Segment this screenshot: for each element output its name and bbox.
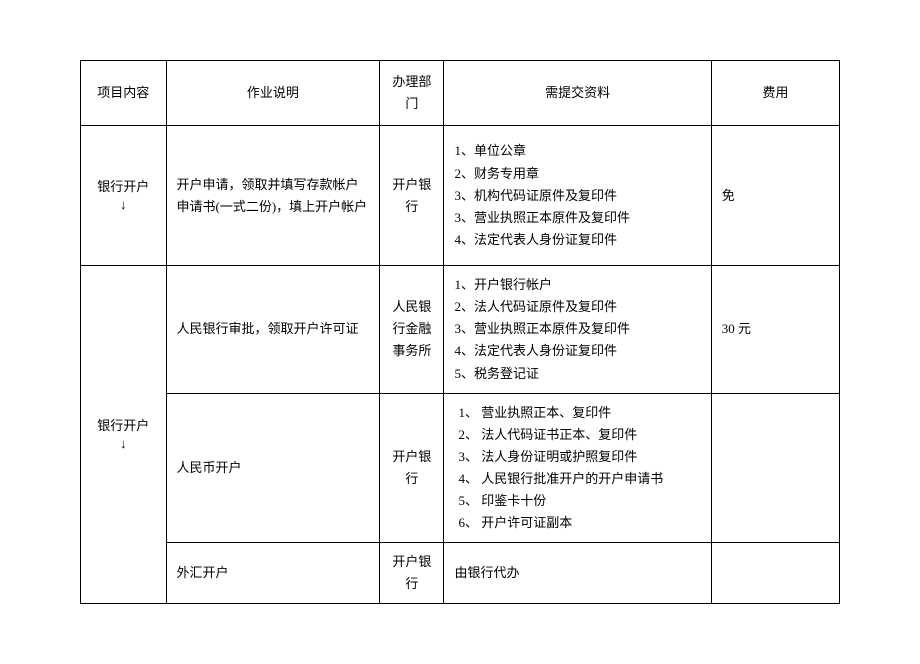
cell-project: 银行开户 ↓ (81, 126, 167, 266)
cell-fee (711, 393, 839, 543)
documents-list: 1、开户银行帐户 2、法人代码证原件及复印件 3、营业执照正本原件及复印件 4、… (454, 274, 700, 384)
procedure-table: 项目内容 作业说明 办理部门 需提交资料 费用 银行开户 ↓ 开户申请，领取并填… (80, 60, 840, 604)
project-text: 银行开户 ↓ (97, 179, 149, 212)
table-row: 银行开户 ↓ 人民银行审批，领取开户许可证 人民银行金融事务所 1、开户银行帐户… (81, 266, 840, 393)
header-project: 项目内容 (81, 61, 167, 126)
cell-description: 开户申请，领取并填写存款帐户申请书(一式二份)，填上开户帐户 (166, 126, 380, 266)
cell-documents: 1、开户银行帐户 2、法人代码证原件及复印件 3、营业执照正本原件及复印件 4、… (444, 266, 711, 393)
header-documents: 需提交资料 (444, 61, 711, 126)
cell-fee (711, 543, 839, 604)
cell-department: 开户银行 (380, 543, 444, 604)
cell-department: 人民银行金融事务所 (380, 266, 444, 393)
cell-description: 人民银行审批，领取开户许可证 (166, 266, 380, 393)
cell-description: 外汇开户 (166, 543, 380, 604)
table-row: 银行开户 ↓ 开户申请，领取并填写存款帐户申请书(一式二份)，填上开户帐户 开户… (81, 126, 840, 266)
table-row: 外汇开户 开户银行 由银行代办 (81, 543, 840, 604)
cell-department: 开户银行 (380, 126, 444, 266)
cell-documents: 由银行代办 (444, 543, 711, 604)
documents-list: 1、单位公章 2、财务专用章 3、机构代码证原件及复印件 3、营业执照正本原件及… (454, 140, 700, 250)
cell-description: 人民币开户 (166, 393, 380, 543)
header-description: 作业说明 (166, 61, 380, 126)
header-department: 办理部门 (380, 61, 444, 126)
documents-list: 1、 营业执照正本、复印件 2、 法人代码证书正本、复印件 3、 法人身份证明或… (454, 402, 700, 535)
cell-fee: 免 (711, 126, 839, 266)
cell-department: 开户银行 (380, 393, 444, 543)
table-row: 人民币开户 开户银行 1、 营业执照正本、复印件 2、 法人代码证书正本、复印件… (81, 393, 840, 543)
header-fee: 费用 (711, 61, 839, 126)
cell-documents: 1、单位公章 2、财务专用章 3、机构代码证原件及复印件 3、营业执照正本原件及… (444, 126, 711, 266)
table-header-row: 项目内容 作业说明 办理部门 需提交资料 费用 (81, 61, 840, 126)
cell-project: 银行开户 ↓ (81, 266, 167, 604)
cell-fee: 30 元 (711, 266, 839, 393)
cell-documents: 1、 营业执照正本、复印件 2、 法人代码证书正本、复印件 3、 法人身份证明或… (444, 393, 711, 543)
project-text: 银行开户 ↓ (97, 418, 149, 451)
